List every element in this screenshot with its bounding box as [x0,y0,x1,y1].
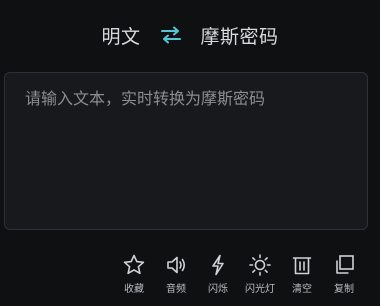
speaker-icon [163,252,189,278]
star-icon [121,252,147,278]
text-input[interactable] [5,73,367,229]
flash-label: 闪烁 [208,284,228,295]
flash-button[interactable]: 闪烁 [200,252,236,295]
target-language-label[interactable]: 摩斯密码 [201,22,279,49]
flashlight-label: 闪光灯 [245,284,275,295]
favorite-button[interactable]: 收藏 [116,252,152,295]
action-bar: 收藏 音频 闪烁 闪光灯 清空 复制 [116,252,362,295]
copy-button[interactable]: 复制 [326,252,362,295]
copy-label: 复制 [334,284,354,295]
copy-icon [331,252,357,278]
swap-arrows-icon[interactable] [159,23,183,47]
favorite-label: 收藏 [124,284,144,295]
audio-button[interactable]: 音频 [158,252,194,295]
text-input-panel [4,72,368,230]
language-header: 明文 摩斯密码 [0,18,380,52]
clear-button[interactable]: 清空 [284,252,320,295]
lightning-icon [205,252,231,278]
audio-label: 音频 [166,284,186,295]
trash-icon [289,252,315,278]
clear-label: 清空 [292,284,312,295]
flashlight-button[interactable]: 闪光灯 [242,252,278,295]
sun-icon [247,252,273,278]
source-language-label[interactable]: 明文 [101,22,140,49]
